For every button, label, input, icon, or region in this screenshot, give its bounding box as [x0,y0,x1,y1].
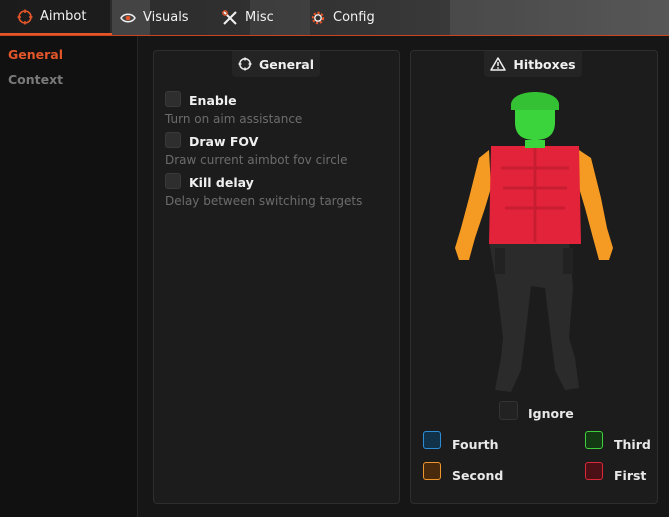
warning-triangle-icon [490,57,507,71]
second-priority-label: Second [452,468,504,483]
tab-label: Aimbot [40,9,87,24]
torso-hitbox[interactable] [489,146,581,244]
tab-label: Visuals [143,10,189,25]
first-priority-swatch[interactable] [585,462,603,480]
legs-hitbox[interactable] [489,240,579,392]
general-panel: General Enable Turn on aim assistance Dr… [153,50,400,504]
top-tab-bar: Aimbot Visuals Misc Config [0,0,669,36]
eye-icon [120,13,136,22]
panel-title: Hitboxes [513,56,576,72]
enable-checkbox[interactable] [165,91,181,107]
third-priority-swatch[interactable] [585,431,603,449]
draw-fov-label: Draw FOV [189,134,259,149]
fourth-priority-label: Fourth [452,437,499,452]
kill-delay-checkbox[interactable] [165,173,181,189]
tools-icon [222,9,237,25]
enable-description: Turn on aim assistance [165,112,303,126]
tab-label: Misc [245,10,274,25]
ignore-checkbox[interactable] [499,401,518,420]
tab-misc[interactable]: Misc [222,0,274,35]
fourth-priority-swatch[interactable] [423,431,441,449]
hitbox-character-figure [455,92,613,392]
crosshair-icon [17,9,33,24]
hitboxes-panel-header: Hitboxes [484,51,582,77]
kill-delay-description: Delay between switching targets [165,194,363,208]
enable-label: Enable [189,93,237,108]
tab-aimbot[interactable]: Aimbot [0,0,112,35]
kill-delay-label: Kill delay [189,175,254,190]
gear-icon [311,11,325,24]
draw-fov-checkbox[interactable] [165,132,181,148]
crosshair-icon [238,57,252,71]
general-panel-header: General [232,51,320,77]
background-scene [450,0,669,35]
tab-visuals[interactable]: Visuals [120,0,189,35]
draw-fov-description: Draw current aimbot fov circle [165,153,348,167]
sidebar: General Context [0,36,138,517]
hitboxes-panel: Hitboxes Ignore Fourth Third Second Firs… [410,50,658,504]
second-priority-swatch[interactable] [423,462,441,480]
sidebar-item-context[interactable]: Context [8,72,63,87]
first-priority-label: First [614,468,647,483]
tab-config[interactable]: Config [310,0,375,35]
panel-title: General [259,56,314,72]
ignore-label: Ignore [528,406,574,421]
tab-label: Config [333,10,375,25]
third-priority-label: Third [614,437,651,452]
sidebar-item-general[interactable]: General [8,47,63,62]
head-hitbox[interactable] [511,92,559,148]
